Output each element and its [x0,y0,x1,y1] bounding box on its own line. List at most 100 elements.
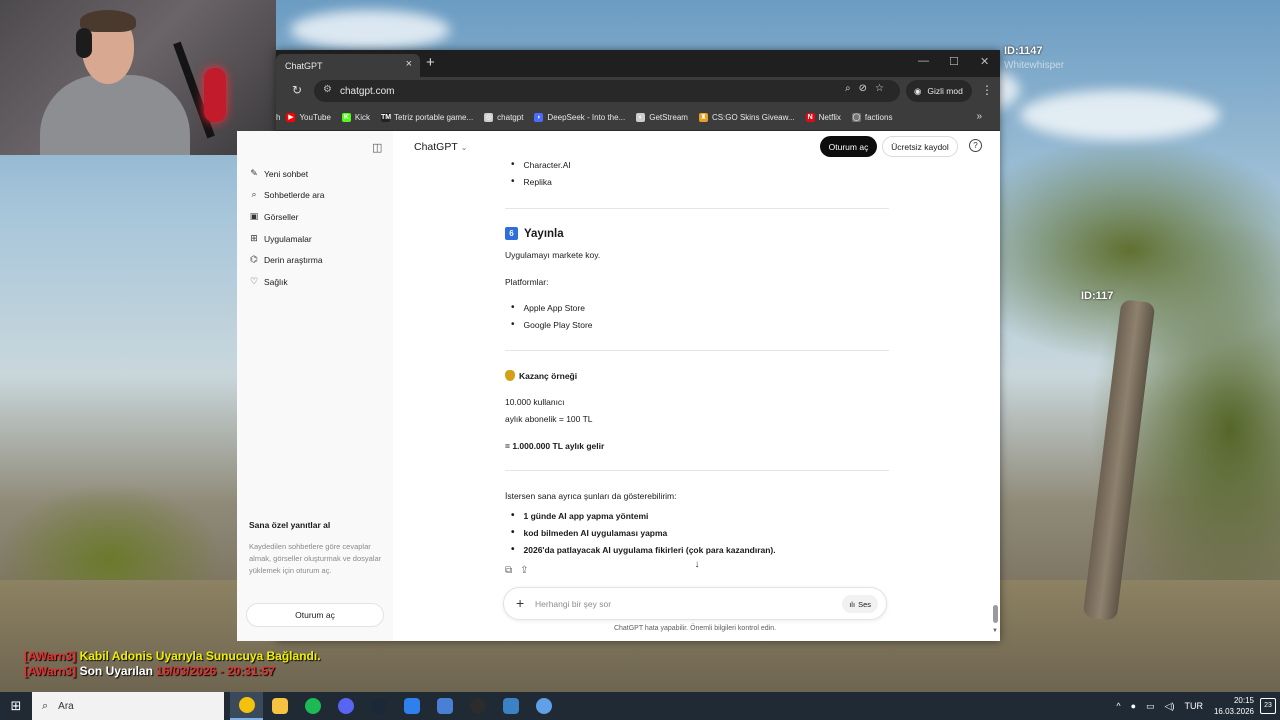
taskbar-app-app-blue[interactable] [428,692,461,720]
site-settings-icon[interactable]: ⚙ [323,84,332,95]
app-blue-icon [436,698,453,714]
omnibox-icons[interactable]: ⌕⊘☆ [845,83,892,94]
bookmark-item[interactable]: N Netflix [805,113,841,122]
bookmark-favicon-icon: N [805,113,815,122]
bookmark-label: factions [864,113,893,122]
share-icon[interactable]: ⇪ [520,565,536,576]
list-item: 2026'da patlayacak AI uygulama fikirleri… [511,544,776,555]
address-bar-row: ↻ ⚙ chatgpt.com ⌕⊘☆ ◉ Gizli mod ⋮ [276,77,1000,105]
earnings-title: Kazanç örneği [519,370,578,381]
copy-icon[interactable]: ⧉ [505,565,520,576]
bookmark-favicon-icon: TM [381,113,392,122]
clock[interactable]: 20:15 16.03.2026 [1214,695,1254,717]
bookmark-item[interactable]: ◐ GetStream [636,113,688,122]
divider [505,350,889,351]
taskbar-app-chrome[interactable] [230,692,263,720]
headset [76,28,92,58]
paragraph: Platformlar: [505,277,549,287]
network-icon[interactable]: ▭ [1146,701,1155,712]
chevron-up-icon[interactable]: ^ [1116,701,1120,711]
player-id-tag: ID:1147 [1004,45,1043,57]
sidebar-item[interactable]: ⊞ Uygulamalar [248,233,312,244]
taskbar-search[interactable]: ⌕ Ara [32,692,224,720]
taskbar-apps [230,692,560,720]
list-item: 1 günde AI app yapma yöntemi [511,510,649,521]
sidebar-item[interactable]: ▣ Görseller [248,211,299,222]
bookmarks-overflow-icon[interactable]: » [976,111,982,122]
prompt-input[interactable] [535,596,805,612]
new-tab-icon[interactable]: + [426,54,435,71]
scrollbar-thumb[interactable] [993,605,998,623]
sidebar-item[interactable]: ⌕ Sohbetlerde ara [248,189,324,200]
incognito-indicator[interactable]: ◉ Gizli mod [906,80,972,102]
taskbar-app-vscode[interactable] [395,692,428,720]
help-icon[interactable]: ? [969,139,982,152]
voice-button[interactable]: ılı Ses [842,595,878,613]
bookmark-item[interactable]: K Kick [341,113,370,122]
scroll-arrow-down-icon[interactable]: ▼ [992,628,998,634]
paragraph: 10.000 kullanıcı [505,397,565,407]
sidebar-toggle-icon[interactable]: ◫ [372,141,382,154]
language-indicator[interactable]: TUR [1184,701,1203,711]
plus-icon[interactable]: + [516,595,524,611]
taskbar-app-steam[interactable] [362,692,395,720]
chat-message: Son Uyarılan [79,664,153,678]
bookmark-item[interactable]: ◯ factions [851,113,893,122]
steam-icon [370,698,387,714]
app-round-icon [535,698,552,714]
model-selector[interactable]: ChatGPT ⌄ [414,141,467,153]
chat-line: [AWarn3] Kabil Adonis Uyarıyla Sunucuya … [24,649,321,664]
sidebar-item[interactable]: ♡ Sağlık [248,276,288,287]
signup-button[interactable]: Ücretsiz kaydol [882,136,958,157]
browser-window: ChatGPT × + — ☐ ✕ ↻ ⚙ chatgpt.com ⌕⊘☆ ◉ … [237,50,1000,641]
webcam-overlay [0,0,276,155]
taskbar-app-file-explorer[interactable] [263,692,296,720]
bookmark-item[interactable]: ◎ chatgpt [484,113,523,122]
bookmark-favicon-icon: ◐ [636,113,646,122]
list-item: Apple App Store [511,302,585,313]
list-item: Google Play Store [511,319,593,330]
section-heading: 6 Yayınla [505,227,564,240]
minimize-icon[interactable]: — [918,55,929,67]
list-item: Character.AI [511,159,571,170]
sidebar-item[interactable]: ✎ Yeni sohbet [248,168,308,179]
url-bar[interactable]: ⚙ chatgpt.com ⌕⊘☆ [314,80,900,102]
taskbar-app-app-dark[interactable] [461,692,494,720]
sidebar-login-button[interactable]: Oturum aç [246,603,384,627]
mic-icon[interactable]: ● [1131,701,1136,711]
section-title: Yayınla [524,227,564,240]
bookmark-item[interactable]: ♜ CS:GO Skins Giveaw... [698,113,795,122]
speaker-icon[interactable]: ◁) [1165,701,1175,712]
taskbar-app-spotify[interactable] [296,692,329,720]
taskbar-app-discord[interactable] [329,692,362,720]
list-item: kod bilmeden AI uygulaması yapma [511,527,668,538]
tab-chatgpt[interactable]: ChatGPT × [276,54,420,77]
close-window-icon[interactable]: ✕ [980,55,989,68]
sidebar-item[interactable]: ⌬ Derin araştırma [248,254,323,265]
taskbar-app-app-g[interactable] [494,692,527,720]
bookmark-label: DeepSeek - Into the... [547,113,626,122]
game-chat-log: [AWarn3] Kabil Adonis Uyarıyla Sunucuya … [24,649,321,679]
bookmark-cut[interactable]: h [276,113,280,122]
notification-badge[interactable]: 23 [1260,698,1276,714]
chat-tag: [AWarn3] [24,664,77,678]
maximize-icon[interactable]: ☐ [949,55,959,68]
sidebar-item-label: Derin araştırma [264,254,323,265]
taskbar-app-app-round[interactable] [527,692,560,720]
browser-menu-icon[interactable]: ⋮ [981,83,993,97]
player-id-tag: ID:117 [1081,290,1114,302]
message-actions: ⧉⇪ [505,565,537,576]
windows-start-icon[interactable]: ⊞ [0,698,32,714]
system-tray: ^ ● ▭ ◁) TUR 20:15 16.03.2026 23 [1111,692,1280,720]
scroll-down-icon[interactable]: ↓ [689,557,705,573]
sidebar-item-icon: ⌬ [250,254,258,264]
close-tab-icon[interactable]: × [406,58,412,70]
scrollbar[interactable]: ▼ [991,131,1000,641]
login-button[interactable]: Oturum aç [820,136,877,157]
cloud [1020,90,1220,140]
bookmark-item[interactable]: ◗ DeepSeek - Into the... [534,113,625,122]
reload-icon[interactable]: ↻ [292,83,302,97]
bookmark-item[interactable]: ▶ YouTube [286,113,331,122]
bookmark-item[interactable]: TM Tetriz portable game... [381,113,473,122]
chatgpt-page: ◫ ✎ Yeni sohbet ⌕ Sohbetlerde ara ▣ Görseller… [237,131,1000,641]
